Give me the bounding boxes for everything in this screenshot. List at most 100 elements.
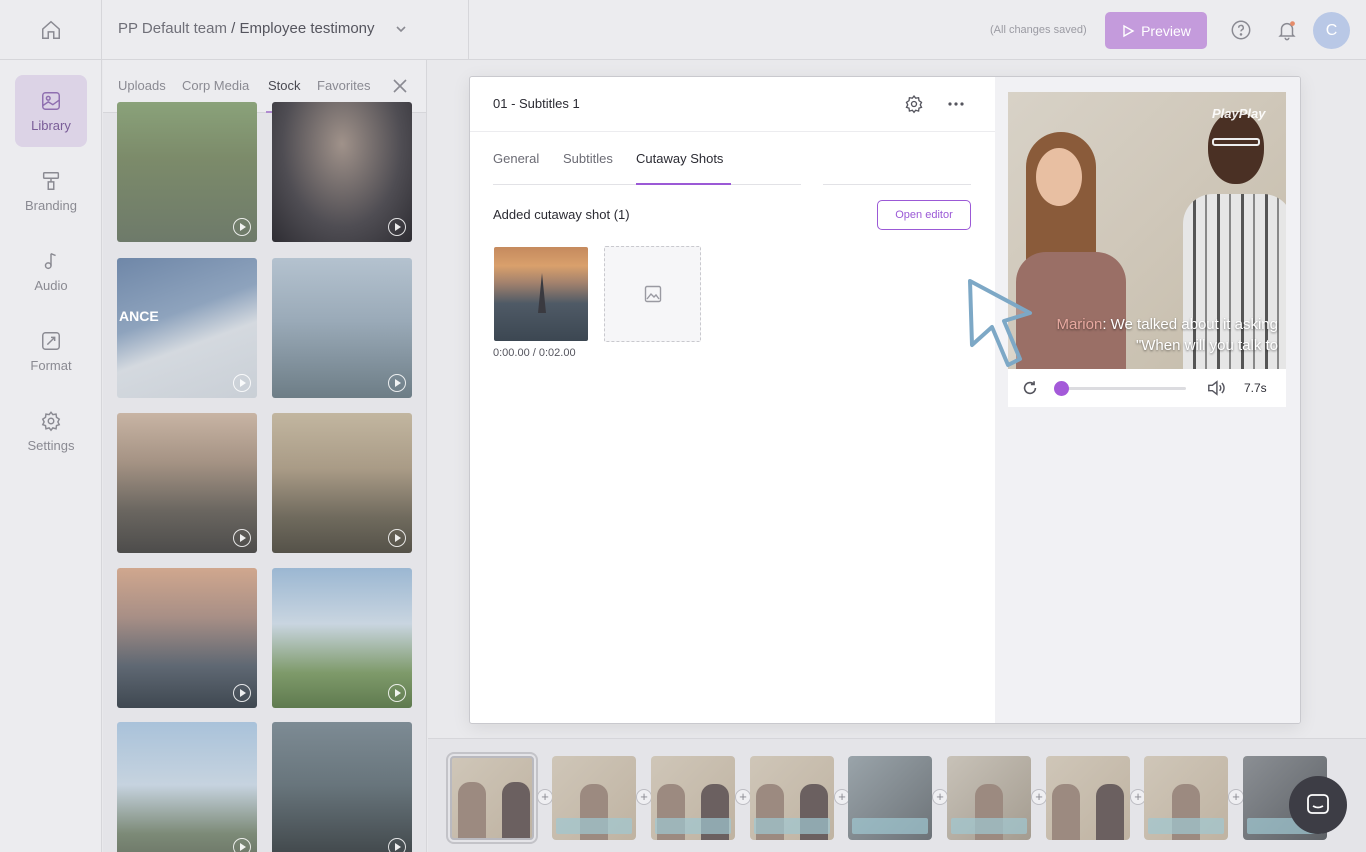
stock-video-thumb[interactable] [117,722,257,852]
library-icon [42,91,60,110]
play-icon [233,529,251,547]
cutaway-shot-thumb[interactable] [494,247,588,341]
preview-button[interactable]: Preview [1105,12,1207,49]
play-icon [233,838,251,852]
divider [468,0,469,60]
tab-uploads[interactable]: Uploads [118,78,166,93]
tab-favorites[interactable]: Favorites [317,78,370,93]
map-label: ANCE [119,308,159,324]
stock-video-thumb[interactable] [117,413,257,553]
home-icon [41,20,60,39]
help-button[interactable] [1229,18,1253,42]
active-tab-indicator [636,183,731,185]
stock-video-thumb[interactable] [117,568,257,708]
scene-settings-dialog: 01 - Subtitles 1 General Subtitles Cutaw… [469,76,1301,724]
add-scene-button[interactable]: + [932,789,948,805]
scene-thumb[interactable] [848,756,932,840]
play-icon [388,529,406,547]
subtitle-text: : We talked about it asking "When will y… [1102,316,1278,354]
preview-pane: PlayPlay Marion: We talked about it aski… [995,77,1300,723]
tab-stock[interactable]: Stock [268,78,301,93]
gear-icon[interactable] [904,94,924,114]
scene-thumb[interactable] [651,756,735,840]
video-duration: 7.7s [1244,381,1267,395]
home-button[interactable] [0,0,102,60]
support-chat-button[interactable] [1289,776,1347,834]
scene-thumb[interactable] [1144,756,1228,840]
tab-subtitles[interactable]: Subtitles [563,151,613,166]
nav-settings[interactable]: Settings [15,395,87,467]
format-icon [42,331,60,350]
nav-branding[interactable]: Branding [15,155,87,227]
scene-thumb[interactable] [750,756,834,840]
nav-audio[interactable]: Audio [15,235,87,307]
avatar[interactable]: C [1313,12,1350,49]
tab-cutaway-shots[interactable]: Cutaway Shots [636,151,723,166]
stock-video-thumb[interactable] [272,102,412,242]
player-controls: 7.7s [1008,369,1286,407]
play-icon [233,684,251,702]
dialog-header: 01 - Subtitles 1 [470,77,995,132]
play-icon [388,838,406,852]
stock-video-thumb[interactable]: ANCE [117,258,257,398]
nav-format[interactable]: Format [15,315,87,387]
library-panel: Uploads Corp Media Stock Favorites ANCE [103,60,427,852]
more-options-icon[interactable] [946,94,966,114]
breadcrumb-separator: / [231,20,236,37]
add-scene-button[interactable]: + [537,789,553,805]
stock-video-thumb[interactable] [272,258,412,398]
image-placeholder-icon [644,285,661,303]
nav-settings-label: Settings [27,437,75,453]
dialog-title: 01 - Subtitles 1 [493,96,580,111]
play-icon [388,218,406,236]
project-breadcrumb[interactable]: PP Default team / Employee testimony [118,20,375,37]
preview-label: Preview [1141,22,1191,39]
nav-library[interactable]: Library [15,75,87,147]
add-scene-button[interactable]: + [1228,789,1244,805]
scene-thumb[interactable] [552,756,636,840]
volume-icon[interactable] [1206,379,1226,397]
play-icon [233,218,251,236]
chevron-down-icon[interactable] [394,22,408,36]
tab-general[interactable]: General [493,151,539,166]
add-scene-button[interactable]: + [636,789,652,805]
add-scene-button[interactable]: + [735,789,751,805]
add-cutaway-slot[interactable] [604,246,701,342]
close-icon[interactable] [391,77,409,95]
add-scene-button[interactable]: + [1031,789,1047,805]
bell-icon [1278,21,1296,41]
stock-video-thumb[interactable] [272,413,412,553]
replay-icon[interactable] [1021,379,1039,397]
tab-corp-media[interactable]: Corp Media [182,78,249,93]
progress-track[interactable] [1060,387,1186,390]
cutaway-shot-time: 0:00.00 / 0:02.00 [493,347,576,359]
open-editor-button[interactable]: Open editor [877,200,971,230]
pointer-cursor-icon [968,279,1032,367]
added-cutaway-label: Added cutaway shot (1) [493,207,630,222]
stock-video-thumb[interactable] [272,722,412,852]
dialog-tabs: General Subtitles Cutaway Shots [493,132,971,185]
play-icon [233,374,251,392]
play-icon [388,374,406,392]
nav-library-label: Library [31,117,71,133]
progress-handle[interactable] [1054,381,1069,396]
subtitle-speaker: Marion [1056,316,1103,333]
stock-video-thumb[interactable] [272,568,412,708]
scene-thumb[interactable] [1046,756,1130,840]
scene-thumb[interactable] [450,756,534,840]
notifications-button[interactable] [1275,18,1299,42]
paint-roller-icon [42,171,60,190]
left-nav: Library Branding Audio Format Settings [0,60,102,852]
play-icon [388,684,406,702]
stock-video-thumb[interactable] [117,102,257,242]
brand-watermark: PlayPlay [1212,106,1266,121]
play-icon [1123,24,1135,37]
chat-icon [1307,794,1329,814]
save-status: (All changes saved) [990,24,1087,36]
video-subtitle: Marion: We talked about it asking "When … [1028,314,1278,356]
video-preview[interactable]: PlayPlay Marion: We talked about it aski… [1008,92,1286,369]
nav-branding-label: Branding [24,197,78,213]
team-name: PP Default team [118,20,227,37]
help-icon [1231,20,1251,40]
scene-thumb[interactable] [947,756,1031,840]
